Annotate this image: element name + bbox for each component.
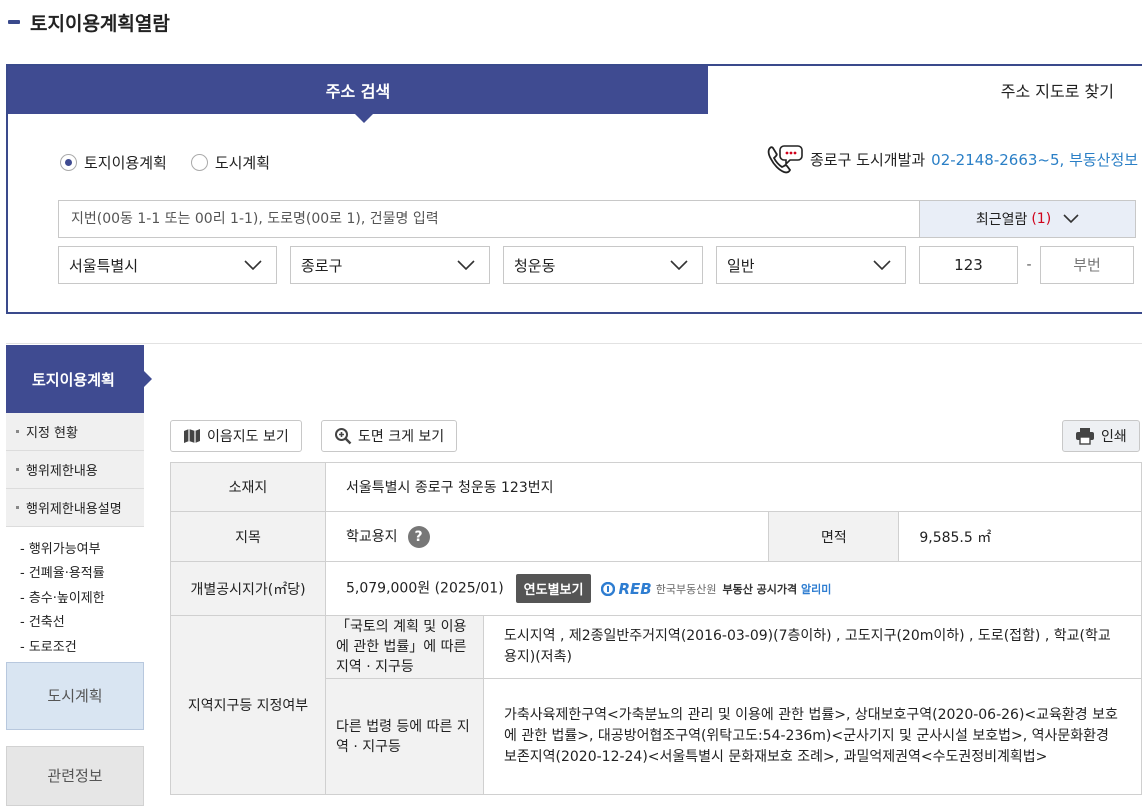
area-value: 9,585.5 ㎡	[898, 511, 1142, 562]
printer-icon	[1076, 428, 1094, 445]
title-marker	[8, 20, 20, 24]
table-row: 개별공시지가(㎡당) 5,079,000원 (2025/01) 연도별보기 REB…	[170, 561, 1142, 616]
sidebar-sub-item[interactable]: - 행위가능여부	[20, 535, 144, 560]
chevron-down-icon	[873, 260, 891, 270]
zone-other-label: 다른 법령 등에 따른 지역 · 지구등	[325, 678, 484, 795]
contact-number: 02-2148-2663~5, 부동산정보	[931, 150, 1139, 169]
table-row: 지목 학교용지? 면적 9,585.5 ㎡	[170, 511, 1142, 562]
address-select-row: 서울특별시 종로구 청운동 일반 -	[58, 246, 1134, 284]
jimok-value: 학교용지	[346, 528, 398, 545]
zoom-in-icon	[335, 428, 352, 445]
chevron-down-icon	[457, 260, 475, 270]
chevron-down-icon	[244, 260, 262, 270]
chevron-down-icon	[1063, 214, 1079, 224]
print-button[interactable]: 인쇄	[1062, 420, 1140, 452]
section-divider	[6, 343, 1142, 344]
reb-korean-name: 한국부동산원	[655, 582, 717, 596]
page-title: 토지이용계획열람	[8, 8, 170, 36]
radio-unchecked-icon	[190, 154, 208, 171]
dong-select[interactable]: 청운동	[503, 246, 703, 284]
bullet-icon	[16, 468, 19, 471]
zoom-drawing-label: 도면 크게 보기	[358, 429, 445, 445]
district-select-value: 종로구	[301, 256, 343, 275]
radio-land-use[interactable]: 토지이용계획	[60, 152, 167, 173]
zone-national-value: 도시지역 , 제2종일반주거지역(2016-03-09)(7층이하) , 고도지…	[483, 615, 1142, 679]
sidebar-item-related[interactable]: 관련정보	[6, 745, 144, 806]
city-select[interactable]: 서울특별시	[58, 246, 277, 284]
eum-map-label: 이음지도 보기	[207, 429, 289, 445]
land-info-table: 소재지 서울특별시 종로구 청운동 123번지 지목 학교용지? 면적 9,58…	[170, 462, 1142, 795]
zone-label: 지역지구등 지정여부	[170, 615, 326, 795]
phone-icon	[767, 145, 803, 174]
sidebar: 토지이용계획 지정 현황 행위제한내용 행위제한내용설명 - 행위가능여부 - …	[6, 345, 152, 806]
dong-select-value: 청운동	[514, 256, 556, 275]
sidebar-item-city-plan[interactable]: 도시계획	[6, 661, 144, 730]
table-row: 지역지구등 지정여부 「국토의 계획 및 이용에 관한 법률」에 따른 지역 ·…	[170, 615, 1142, 795]
reb-alimi-link[interactable]: REB 한국부동산원 부동산 공시가격 알리미	[601, 580, 831, 598]
main-number-input[interactable]	[919, 246, 1018, 284]
sidebar-sub-item[interactable]: - 건폐율·용적률	[20, 560, 144, 585]
sub-number-input[interactable]	[1040, 246, 1134, 284]
sidebar-item-restriction-desc[interactable]: 행위제한내용설명	[6, 489, 144, 527]
reb-logo-text: REB	[618, 579, 652, 598]
contact-label: 종로구 도시개발과	[810, 150, 926, 169]
radio-city-plan[interactable]: 도시계획	[190, 152, 271, 173]
search-panel: 주소 검색 주소 지도로 찾기 토지이용계획 도시계획 종로구 도시개발과 02…	[6, 64, 1142, 314]
price-value: 5,079,000원 (2025/01)	[346, 580, 504, 597]
radio-checked-icon	[60, 154, 77, 171]
print-label: 인쇄	[1101, 429, 1127, 445]
location-value: 서울특별시 종로구 청운동 123번지	[325, 462, 1142, 512]
price-cell: 5,079,000원 (2025/01) 연도별보기 REB 한국부동산원 부동산…	[325, 561, 1142, 616]
map-icon	[184, 429, 200, 443]
page-title-text: 토지이용계획열람	[30, 12, 170, 35]
address-search-input[interactable]	[58, 200, 920, 238]
reb-logo-icon	[601, 581, 616, 596]
tab-bar: 주소 검색 주소 지도로 찾기	[8, 66, 1142, 123]
lot-type-select[interactable]: 일반	[716, 246, 906, 284]
reb-alimi-text: 부동산 공시가격 알리미	[722, 581, 831, 597]
price-label: 개별공시지가(㎡당)	[170, 561, 326, 616]
zone-other-value: 가축사육제한구역<가축분뇨의 관리 및 이용에 관한 법률>, 상대보호구역(2…	[483, 678, 1142, 795]
sidebar-sub-list: - 행위가능여부 - 건폐율·용적률 - 층수·높이제한 - 건축선 - 도로조…	[6, 527, 144, 662]
zone-national-label: 「국토의 계획 및 이용에 관한 법률」에 따른 지역 · 지구등	[325, 615, 484, 679]
contact-info: 종로구 도시개발과 02-2148-2663~5, 부동산정보	[764, 142, 1138, 176]
sidebar-item-label: 지정 현황	[26, 426, 78, 441]
sidebar-item-land-use[interactable]: 토지이용계획	[6, 345, 152, 413]
jimok-cell: 학교용지?	[324, 511, 770, 562]
city-select-value: 서울특별시	[69, 256, 139, 275]
tab-address-search[interactable]: 주소 검색	[8, 66, 708, 123]
bullet-icon	[16, 430, 19, 433]
chevron-down-icon	[670, 260, 688, 270]
sidebar-sub-item[interactable]: - 도로조건	[20, 633, 144, 658]
area-label: 면적	[768, 511, 900, 562]
recent-views-count: (1)	[1031, 211, 1052, 227]
bullet-icon	[16, 506, 19, 509]
zoom-drawing-button[interactable]: 도면 크게 보기	[321, 420, 458, 452]
sidebar-item-status[interactable]: 지정 현황	[6, 413, 144, 451]
sidebar-sub-item[interactable]: - 건축선	[20, 609, 144, 634]
reb-alimi-prefix: 부동산 공시가격	[722, 582, 801, 596]
lot-type-select-value: 일반	[727, 256, 755, 275]
reb-alimi-highlight: 알리미	[800, 582, 832, 596]
table-row: 소재지 서울특별시 종로구 청운동 123번지	[170, 462, 1142, 512]
location-label: 소재지	[170, 462, 326, 512]
jimok-label: 지목	[170, 511, 326, 562]
sidebar-item-label: 행위제한내용설명	[26, 502, 122, 517]
eum-map-button[interactable]: 이음지도 보기	[170, 420, 302, 452]
district-select[interactable]: 종로구	[290, 246, 490, 284]
recent-views-label: 최근열람	[975, 212, 1028, 228]
yearly-view-button[interactable]: 연도별보기	[515, 574, 592, 603]
sidebar-item-label: 행위제한내용	[26, 464, 98, 479]
search-row: 최근열람 (1)	[58, 200, 1136, 238]
sidebar-item-restrictions[interactable]: 행위제한내용	[6, 451, 144, 489]
number-dash: -	[1026, 257, 1032, 273]
radio-land-use-label: 토지이용계획	[84, 154, 167, 172]
recent-views-button[interactable]: 최근열람 (1)	[920, 200, 1136, 238]
tab-map-search[interactable]: 주소 지도로 찾기	[708, 66, 1142, 114]
sidebar-sub-item[interactable]: - 층수·높이제한	[20, 584, 144, 609]
radio-city-plan-label: 도시계획	[214, 154, 271, 172]
help-icon[interactable]: ?	[407, 525, 430, 548]
plan-type-radios: 토지이용계획 도시계획	[60, 152, 294, 173]
